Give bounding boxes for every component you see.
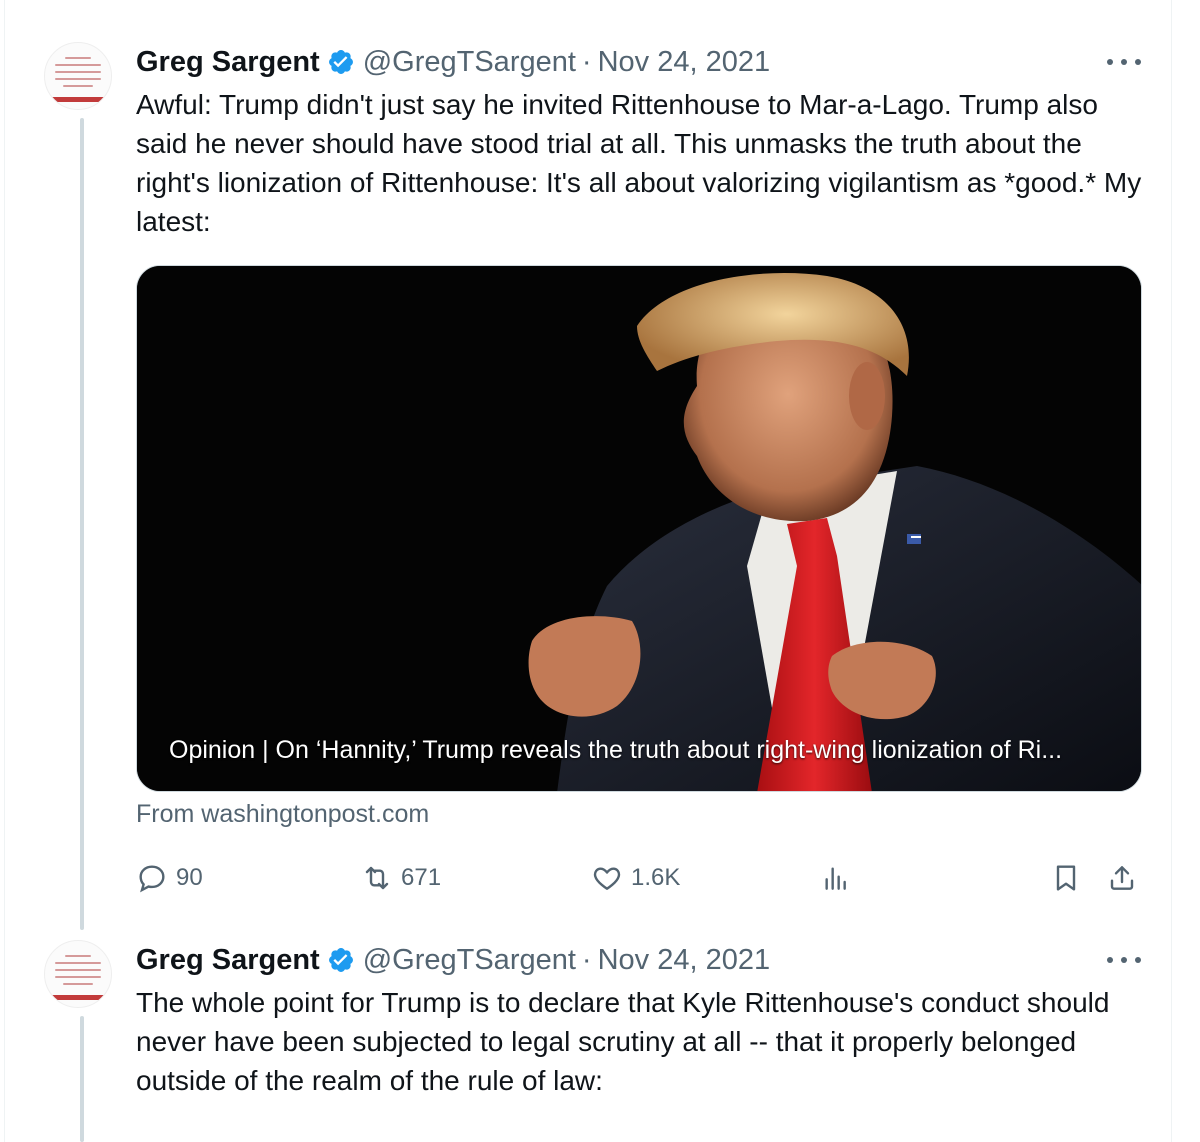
author-avatar[interactable] [44,42,112,110]
repost-count: 671 [401,864,442,891]
more-dots-icon[interactable] [1107,953,1141,967]
like-button[interactable]: 1.6K [591,860,680,896]
reply-count: 90 [176,864,203,891]
like-count: 1.6K [631,864,681,891]
repost-button[interactable]: 671 [361,860,441,896]
author-avatar[interactable] [44,940,112,1008]
tweet-header: Greg Sargent @GregTSargent · Nov 24, 202… [136,942,770,978]
reply-icon [139,865,165,893]
author-handle[interactable]: @GregTSargent [363,46,576,79]
tweet-date[interactable]: Nov 24, 2021 [598,944,771,977]
share-button[interactable] [1106,860,1138,896]
tweet-text: The whole point for Trump is to declare … [136,987,1110,1096]
verified-badge-icon[interactable] [327,48,355,76]
tweet-text: Awful: Trump didn't just say he invited … [136,89,1142,237]
views-chart-icon [825,867,846,890]
repost-icon [365,866,389,890]
header-separator: · [581,45,592,78]
tweet-date[interactable]: Nov 24, 2021 [598,46,771,79]
thread-connector-line [80,118,84,930]
tweet-header: Greg Sargent @GregTSargent · Nov 24, 202… [136,44,770,80]
header-separator: · [581,943,592,976]
reply-button[interactable]: 90 [136,860,203,896]
link-card[interactable]: Opinion | On ‘Hannity,’ Trump reveals th… [136,265,1142,792]
timeline-frame: Greg Sargent @GregTSargent · Nov 24, 202… [4,0,1172,1142]
share-icon [1110,866,1134,890]
more-dots-icon[interactable] [1107,55,1141,69]
verified-badge-icon[interactable] [327,946,355,974]
views-button[interactable] [820,860,852,896]
card-title[interactable]: Opinion | On ‘Hannity,’ Trump reveals th… [169,736,1062,765]
author-handle[interactable]: @GregTSargent [363,944,576,977]
card-source[interactable]: From washingtonpost.com [136,800,429,829]
bookmark-icon [1056,865,1076,891]
bookmark-button[interactable] [1050,860,1082,896]
author-name[interactable]: Greg Sargent [136,46,320,79]
thread-connector-line [80,1016,84,1142]
heart-icon [593,867,621,890]
card-image [137,266,1141,791]
author-name[interactable]: Greg Sargent [136,944,320,977]
tweet-actions: 90 671 1.6K [136,860,1142,896]
